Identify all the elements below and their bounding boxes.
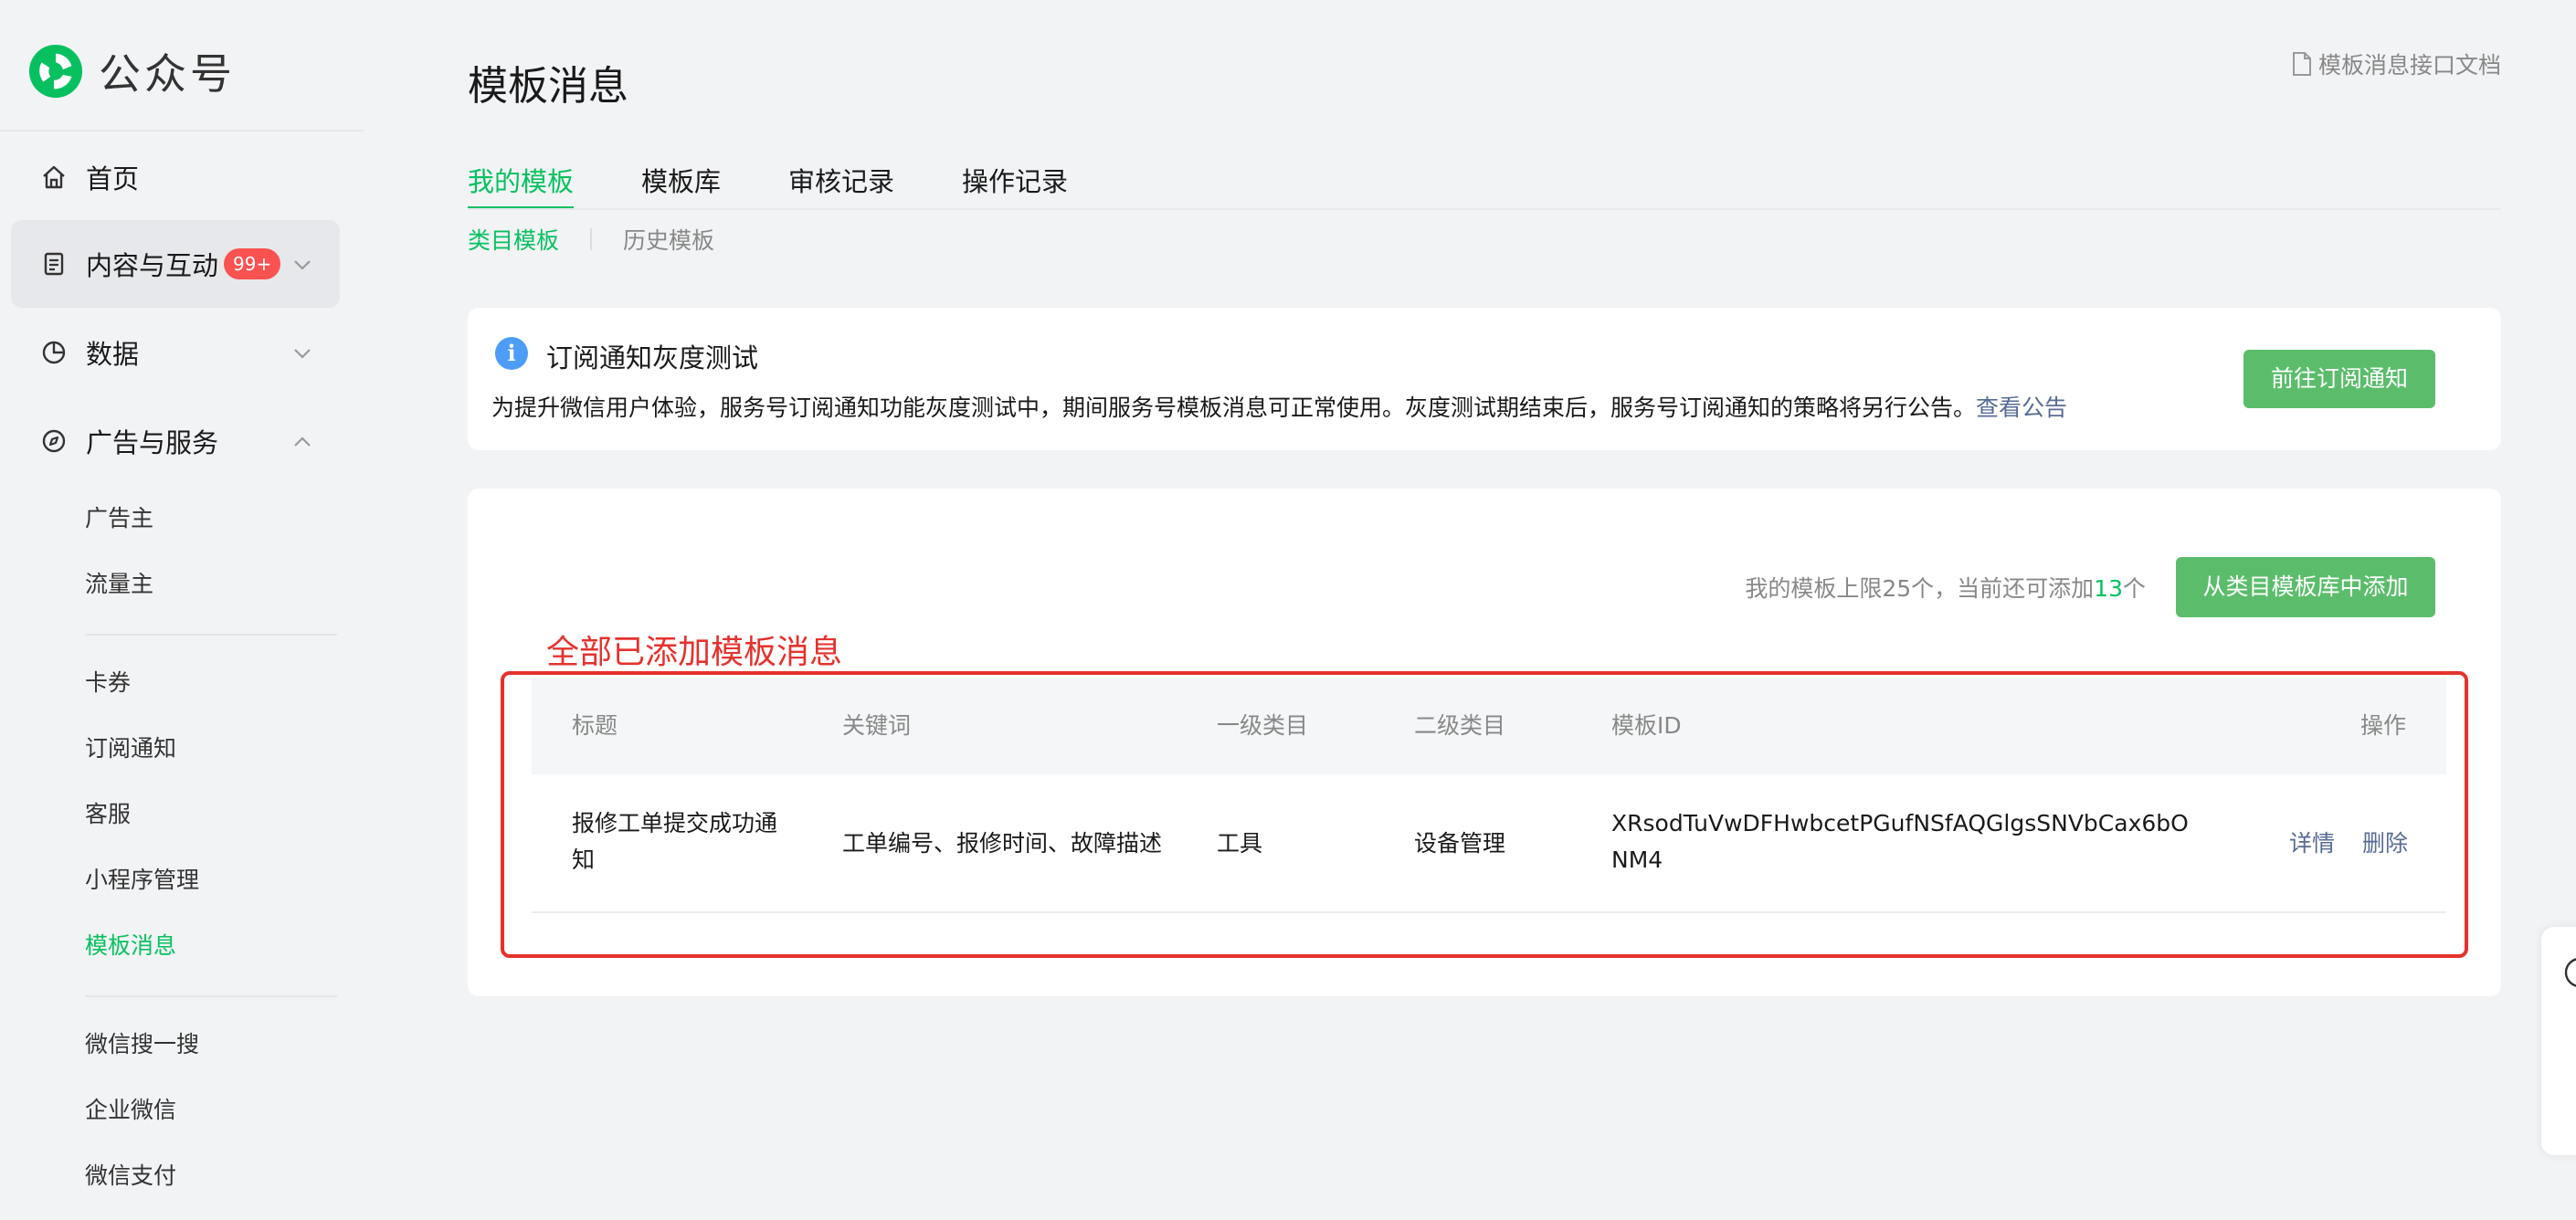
tab-operation-records[interactable]: 操作记录	[962, 161, 1068, 208]
template-list-card: 我的模板上限25个，当前还可添加13个 从类目模板库中添加 全部已添加模板消息 …	[468, 489, 2501, 996]
annotation-highlight-box	[501, 671, 2468, 958]
sidebar-subitem-mini-program[interactable]: 小程序管理	[85, 862, 199, 899]
brand-name: 公众号	[99, 49, 236, 99]
quota-suffix: 个	[2122, 575, 2146, 602]
quota-prefix: 我的模板上限25个，当前还可添加	[1745, 575, 2095, 602]
sidebar-item-home[interactable]: 首页	[11, 133, 340, 221]
chevron-up-icon	[294, 436, 311, 447]
sidebar-item-label: 首页	[86, 163, 140, 195]
brand-logo[interactable]: 公众号	[27, 42, 236, 100]
subtab-category-templates[interactable]: 类目模板	[468, 223, 559, 256]
floating-help-widget[interactable]	[2541, 927, 2576, 1155]
sidebar-divider	[85, 995, 337, 997]
api-doc-link-label: 模板消息接口文档	[2317, 52, 2501, 79]
sidebar-item-ads-services[interactable]: 广告与服务	[11, 397, 340, 485]
sidebar-subitem-wechat-search[interactable]: 微信搜一搜	[85, 1026, 199, 1063]
sidebar-subitem-advertiser[interactable]: 广告主	[85, 500, 153, 537]
sidebar-subitem-customer-service[interactable]: 客服	[85, 796, 131, 833]
notice-body-text: 为提升微信用户体验，服务号订阅通知功能灰度测试中，期间服务号模板消息可正常使用。…	[491, 394, 1977, 421]
pie-chart-icon	[38, 337, 69, 368]
tab-review-records[interactable]: 审核记录	[788, 161, 894, 208]
main-tabs: 我的模板 模板库 审核记录 操作记录	[468, 161, 1135, 210]
document-icon	[38, 248, 69, 279]
chevron-down-icon	[294, 260, 311, 270]
help-icon	[2564, 958, 2576, 987]
view-announcement-link[interactable]: 查看公告	[1976, 394, 2067, 421]
sidebar-item-content-interaction[interactable]: 内容与互动 99+	[11, 220, 340, 308]
sidebar-subitem-subscription-notice[interactable]: 订阅通知	[85, 731, 176, 767]
compass-icon	[38, 426, 69, 457]
sidebar: 公众号 首页 内容与互动 99+ 数据 广告与服务 广告主 流量主 卡券 订阅通…	[0, 0, 365, 1220]
sidebar-divider	[0, 130, 364, 131]
sidebar-subitem-template-message[interactable]: 模板消息	[85, 928, 176, 964]
api-doc-link[interactable]: 模板消息接口文档	[2291, 47, 2501, 80]
add-from-category-library-button[interactable]: 从类目模板库中添加	[2176, 557, 2435, 617]
subtab-history-templates[interactable]: 历史模板	[623, 223, 714, 256]
tabs-divider	[468, 208, 2501, 210]
sub-tabs: 类目模板 历史模板	[468, 223, 714, 256]
sidebar-item-label: 内容与互动	[86, 250, 219, 281]
sidebar-item-label: 数据	[86, 339, 140, 370]
sidebar-subitem-coupons[interactable]: 卡券	[85, 665, 131, 701]
tab-template-library[interactable]: 模板库	[641, 161, 721, 208]
sidebar-subitem-wechat-pay[interactable]: 微信支付	[85, 1158, 176, 1194]
sidebar-item-label: 广告与服务	[86, 427, 219, 458]
chevron-down-icon	[294, 349, 311, 359]
tab-my-templates[interactable]: 我的模板	[468, 161, 575, 210]
subtab-separator	[590, 228, 593, 250]
notice-body: 为提升微信用户体验，服务号订阅通知功能灰度测试中，期间服务号模板消息可正常使用。…	[491, 390, 2067, 423]
notice-title: 订阅通知灰度测试	[546, 342, 759, 373]
sidebar-item-data[interactable]: 数据	[11, 309, 340, 396]
wechat-official-account-logo-icon	[28, 44, 83, 99]
notice-card: i 订阅通知灰度测试 为提升微信用户体验，服务号订阅通知功能灰度测试中，期间服务…	[468, 308, 2501, 450]
quota-remaining: 13	[2094, 575, 2123, 602]
info-icon: i	[495, 337, 528, 370]
page-title: 模板消息	[468, 63, 628, 110]
annotation-label: 全部已添加模板消息	[546, 634, 843, 671]
go-subscription-notice-button[interactable]: 前往订阅通知	[2243, 350, 2435, 408]
notification-badge: 99+	[224, 248, 281, 279]
document-icon	[2292, 52, 2311, 76]
sidebar-divider	[85, 634, 337, 636]
template-quota: 我的模板上限25个，当前还可添加13个	[1745, 571, 2146, 604]
sidebar-subitem-publisher[interactable]: 流量主	[85, 566, 153, 603]
sidebar-subitem-wecom[interactable]: 企业微信	[85, 1092, 176, 1129]
home-icon	[38, 162, 69, 193]
